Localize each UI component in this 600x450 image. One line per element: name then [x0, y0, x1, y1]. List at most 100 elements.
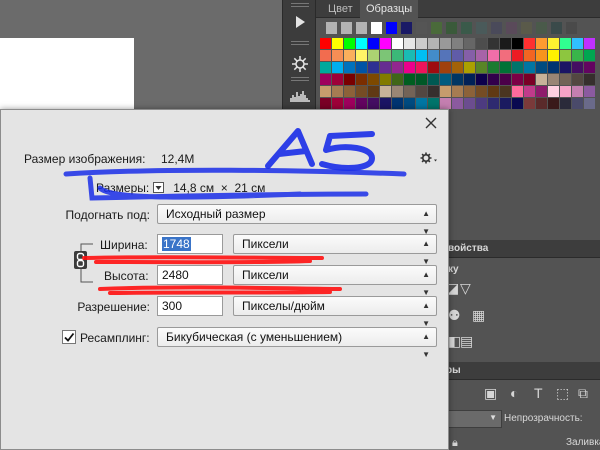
recent-swatch[interactable]	[491, 22, 502, 34]
gradient-icon[interactable]: ▤	[460, 334, 473, 348]
swatch[interactable]	[536, 74, 547, 85]
swatch[interactable]	[368, 86, 379, 97]
swatch[interactable]	[464, 50, 475, 61]
swatch[interactable]	[548, 62, 559, 73]
swatch[interactable]	[452, 62, 463, 73]
swatch[interactable]	[488, 98, 499, 109]
swatch[interactable]	[560, 98, 571, 109]
swatch[interactable]	[488, 50, 499, 61]
play-action-icon[interactable]	[287, 10, 313, 34]
grid-table-icon[interactable]: ▦	[472, 308, 485, 322]
swatch[interactable]	[392, 86, 403, 97]
resample-select[interactable]: Бикубическая (с уменьшением) ▲ ▼	[157, 327, 437, 359]
swatch[interactable]	[452, 86, 463, 97]
swatch[interactable]	[548, 98, 559, 109]
histogram-icon[interactable]	[287, 84, 313, 108]
swatch[interactable]	[320, 38, 331, 49]
recent-swatch[interactable]	[446, 22, 457, 34]
recent-swatch[interactable]	[521, 22, 532, 34]
dimensions-units-dropdown[interactable]	[153, 182, 165, 193]
swatch[interactable]	[416, 98, 427, 109]
swatch[interactable]	[404, 98, 415, 109]
swatch[interactable]	[560, 38, 571, 49]
recent-swatch[interactable]	[566, 22, 577, 34]
recent-swatch[interactable]	[536, 22, 547, 34]
swatch[interactable]	[416, 38, 427, 49]
document-canvas[interactable]	[0, 38, 134, 110]
swatch[interactable]	[512, 62, 523, 73]
type-icon[interactable]: T	[534, 386, 543, 400]
swatch[interactable]	[500, 62, 511, 73]
swatch[interactable]	[536, 98, 547, 109]
swatch[interactable]	[428, 62, 439, 73]
swatch[interactable]	[464, 38, 475, 49]
swatch[interactable]	[428, 50, 439, 61]
lock-icon[interactable]: 🔒︎	[452, 436, 458, 450]
swatch[interactable]	[320, 86, 331, 97]
swatch[interactable]	[368, 74, 379, 85]
swatch[interactable]	[404, 86, 415, 97]
swatch[interactable]	[392, 38, 403, 49]
swatch[interactable]	[452, 38, 463, 49]
swatch[interactable]	[440, 98, 451, 109]
swatch[interactable]	[332, 62, 343, 73]
tab-swatches[interactable]: Образцы	[360, 0, 419, 18]
tab-color[interactable]: Цвет	[322, 0, 359, 18]
swatch[interactable]	[392, 98, 403, 109]
swatch[interactable]	[572, 74, 583, 85]
swatch[interactable]	[512, 38, 523, 49]
swatch[interactable]	[584, 98, 595, 109]
swatch[interactable]	[416, 86, 427, 97]
swatch[interactable]	[428, 74, 439, 85]
swatch[interactable]	[500, 98, 511, 109]
swatch[interactable]	[452, 74, 463, 85]
swatch[interactable]	[500, 38, 511, 49]
height-input[interactable]: 2480	[157, 265, 223, 285]
swatch[interactable]	[368, 98, 379, 109]
swatch[interactable]	[440, 86, 451, 97]
swatch[interactable]	[524, 86, 535, 97]
resolution-unit-select[interactable]: Пикселы/дюйм ▲ ▼	[233, 296, 437, 328]
width-unit-select[interactable]: Пиксели ▲ ▼	[233, 234, 437, 266]
close-button[interactable]	[422, 115, 440, 133]
brush-settings-icon[interactable]	[287, 52, 313, 76]
width-input[interactable]: 1748	[157, 234, 223, 254]
swatch[interactable]	[560, 50, 571, 61]
swatch[interactable]	[428, 98, 439, 109]
swatch[interactable]	[368, 62, 379, 73]
swatch[interactable]	[512, 50, 523, 61]
dock-grip[interactable]	[291, 3, 309, 7]
swatch[interactable]	[572, 86, 583, 97]
height-unit-select[interactable]: Пиксели ▲ ▼	[233, 265, 437, 297]
swatch[interactable]	[548, 50, 559, 61]
swatch[interactable]	[332, 86, 343, 97]
swatch[interactable]	[356, 50, 367, 61]
color-balance-icon[interactable]: ⚉	[448, 308, 461, 322]
swatch[interactable]	[356, 62, 367, 73]
swatch[interactable]	[464, 86, 475, 97]
swatch[interactable]	[356, 98, 367, 109]
swatch[interactable]	[404, 38, 415, 49]
swatch[interactable]	[464, 74, 475, 85]
swatch[interactable]	[416, 74, 427, 85]
swatch[interactable]	[428, 86, 439, 97]
recent-swatch[interactable]	[326, 22, 337, 34]
swatch[interactable]	[584, 86, 595, 97]
swatch[interactable]	[380, 62, 391, 73]
swatch[interactable]	[416, 50, 427, 61]
swatch[interactable]	[524, 62, 535, 73]
filter-image-icon[interactable]: ▣	[484, 386, 497, 400]
swatch[interactable]	[584, 38, 595, 49]
swatch[interactable]	[464, 62, 475, 73]
recent-swatch[interactable]	[431, 22, 442, 34]
swatch[interactable]	[488, 86, 499, 97]
swatch[interactable]	[548, 86, 559, 97]
fit-to-select[interactable]: Исходный размер ▲ ▼	[157, 204, 437, 236]
swatch[interactable]	[512, 74, 523, 85]
swatch[interactable]	[488, 62, 499, 73]
swatch[interactable]	[476, 38, 487, 49]
swatch[interactable]	[344, 38, 355, 49]
swatch[interactable]	[332, 98, 343, 109]
swatch[interactable]	[584, 50, 595, 61]
swatch[interactable]	[344, 98, 355, 109]
